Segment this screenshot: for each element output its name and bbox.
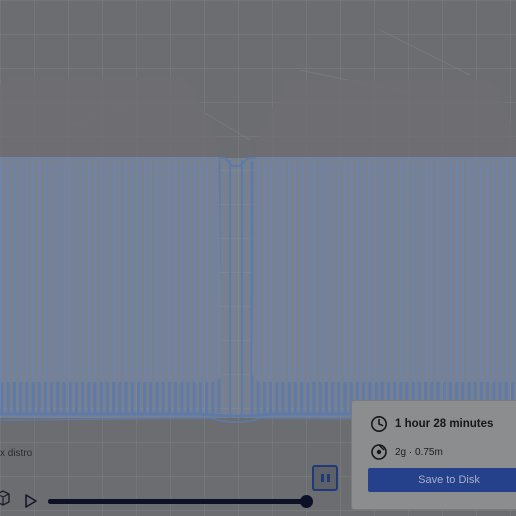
progress-handle[interactable] (300, 495, 313, 508)
cube-icon[interactable] (0, 490, 10, 506)
model-ghost-left (0, 78, 222, 382)
clock-icon (371, 416, 387, 432)
pause-button[interactable] (312, 465, 338, 491)
play-button[interactable] (23, 493, 39, 509)
print-time-row: 1 hour 28 minutes (370, 415, 493, 433)
save-to-disk-button[interactable]: Save to Disk (368, 468, 516, 492)
print-time: 1 hour 28 minutes (395, 418, 494, 430)
object-name-label: x distro (0, 448, 33, 459)
material-row: 2g · 0.75m (370, 443, 443, 461)
spool-icon (371, 444, 387, 460)
progress-fill (48, 499, 306, 504)
layer-progress-slider[interactable] (48, 495, 313, 508)
material-usage: 2g · 0.75m (395, 446, 443, 458)
play-icon (25, 494, 37, 508)
model-ghost-right (252, 80, 516, 382)
print-info-panel: 1 hour 28 minutes 2g · 0.75m Save to Dis… (351, 400, 516, 510)
